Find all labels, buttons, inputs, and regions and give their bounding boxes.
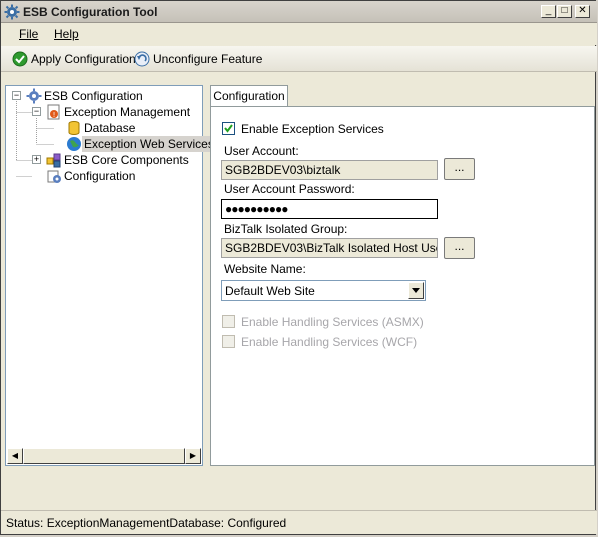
status-text: Status: ExceptionManagementDatabase: Con… bbox=[6, 516, 287, 530]
apply-configuration-button[interactable]: Apply Configuration bbox=[12, 50, 136, 68]
minimize-button[interactable]: _ bbox=[541, 5, 556, 18]
maximize-button[interactable]: □ bbox=[557, 5, 572, 18]
checkmark-icon bbox=[224, 124, 233, 133]
tab-strip: Configuration bbox=[210, 85, 594, 107]
menu-file[interactable]: File bbox=[19, 27, 38, 41]
tree-horizontal-scrollbar[interactable]: ◀ ▶ bbox=[7, 448, 201, 464]
tree-expand-core[interactable]: + bbox=[32, 155, 41, 164]
unconfigure-feature-button[interactable]: Unconfigure Feature bbox=[134, 50, 262, 68]
arrow-right-icon: ▶ bbox=[189, 451, 197, 460]
tree-collapse-exception[interactable]: − bbox=[32, 107, 41, 116]
tree-item-exception-management[interactable]: ! Exception Management bbox=[46, 104, 192, 120]
unconfigure-feature-label: Unconfigure Feature bbox=[153, 52, 263, 66]
user-account-browse-button[interactable]: ... bbox=[444, 158, 475, 180]
exception-icon: ! bbox=[47, 104, 60, 120]
globe-icon bbox=[67, 137, 81, 151]
scroll-left-button[interactable]: ◀ bbox=[7, 448, 23, 464]
feature-tree[interactable]: − ESB Configuration − ! Exception Manage… bbox=[5, 85, 216, 466]
window-title: ESB Configuration Tool bbox=[23, 5, 158, 19]
close-icon: ✕ bbox=[578, 5, 587, 16]
app-gear-icon bbox=[4, 4, 20, 20]
isolated-group-browse-button[interactable]: ... bbox=[444, 237, 475, 259]
undo-icon bbox=[134, 51, 150, 67]
enable-exception-services-checkbox[interactable] bbox=[222, 122, 235, 135]
enable-asmx-label: Enable Handling Services (ASMX) bbox=[241, 315, 424, 329]
website-name-label: Website Name: bbox=[224, 262, 306, 276]
website-name-value: Default Web Site bbox=[225, 284, 315, 298]
chevron-down-icon bbox=[412, 288, 420, 293]
isolated-group-label: BizTalk Isolated Group: bbox=[224, 222, 348, 236]
enable-exception-services-label: Enable Exception Services bbox=[241, 122, 384, 136]
apply-configuration-label: Apply Configuration bbox=[31, 52, 136, 66]
tree-item-esb-core-components[interactable]: ESB Core Components bbox=[46, 152, 191, 168]
maximize-icon: □ bbox=[561, 5, 568, 16]
enable-wcf-checkbox[interactable] bbox=[222, 335, 235, 348]
enable-wcf-label: Enable Handling Services (WCF) bbox=[241, 335, 418, 349]
tree-item-label: ESB Core Components bbox=[64, 153, 189, 167]
website-name-select[interactable]: Default Web Site bbox=[221, 280, 426, 301]
gear-icon bbox=[26, 88, 42, 104]
tree-item-label: Database bbox=[84, 121, 136, 135]
tree-item-label: Exception Web Services bbox=[82, 136, 216, 152]
toolbar: Apply Configuration Unconfigure Feature bbox=[1, 46, 597, 72]
tree-item-esb-configuration[interactable]: ESB Configuration bbox=[26, 88, 145, 104]
tree-item-exception-web-services[interactable]: Exception Web Services bbox=[66, 136, 216, 152]
menu-help[interactable]: Help bbox=[54, 27, 79, 41]
tree-collapse-root[interactable]: − bbox=[12, 91, 21, 100]
tree-item-label: ESB Configuration bbox=[44, 89, 143, 103]
tree-item-configuration[interactable]: Configuration bbox=[46, 168, 137, 184]
tree-item-label: Configuration bbox=[64, 169, 136, 183]
components-icon bbox=[46, 153, 61, 168]
config-icon bbox=[47, 170, 61, 183]
dropdown-button[interactable] bbox=[408, 282, 424, 299]
arrow-left-icon: ◀ bbox=[11, 451, 19, 460]
user-account-label: User Account: bbox=[224, 144, 299, 158]
tab-configuration[interactable]: Configuration bbox=[210, 85, 288, 107]
checkmark-icon bbox=[12, 51, 28, 67]
isolated-group-field[interactable]: SGB2BDEV03\BizTalk Isolated Host Users bbox=[221, 238, 438, 258]
menu-bar: File Help bbox=[1, 23, 597, 45]
title-bar[interactable]: ESB Configuration Tool _ □ ✕ bbox=[1, 1, 597, 23]
status-bar: Status: ExceptionManagementDatabase: Con… bbox=[1, 510, 597, 534]
close-button[interactable]: ✕ bbox=[575, 5, 590, 18]
tree-item-database[interactable]: Database bbox=[66, 120, 137, 136]
configuration-panel: Enable Exception Services User Account: … bbox=[210, 106, 595, 466]
main-window: ESB Configuration Tool _ □ ✕ File Help A… bbox=[0, 0, 597, 535]
user-account-field[interactable]: SGB2BDEV03\biztalk bbox=[221, 160, 438, 180]
enable-asmx-checkbox[interactable] bbox=[222, 315, 235, 328]
database-icon bbox=[68, 121, 80, 135]
minimize-icon: _ bbox=[545, 5, 552, 16]
svg-text:!: ! bbox=[53, 111, 56, 119]
password-label: User Account Password: bbox=[224, 182, 355, 196]
password-field[interactable]: ●●●●●●●●●● bbox=[221, 199, 438, 219]
scroll-thumb[interactable] bbox=[23, 448, 185, 464]
tree-item-label: Exception Management bbox=[64, 105, 191, 119]
scroll-right-button[interactable]: ▶ bbox=[185, 448, 201, 464]
